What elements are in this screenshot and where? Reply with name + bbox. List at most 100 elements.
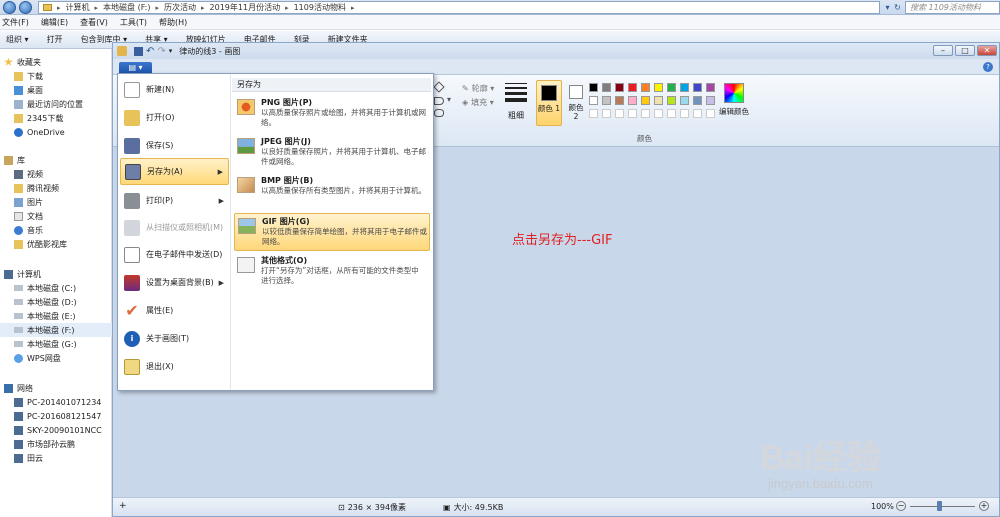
nav-item-drive-c[interactable]: 本地磁盘 (C:) bbox=[0, 281, 112, 295]
color-swatch[interactable] bbox=[615, 83, 624, 92]
forward-arrow-icon[interactable] bbox=[19, 1, 32, 14]
arrow-shape-icon[interactable] bbox=[434, 97, 444, 105]
search-input[interactable]: 搜索 1109活动物料 bbox=[905, 1, 1000, 14]
edit-colors-label[interactable]: 编辑颜色 bbox=[719, 106, 749, 117]
nav-item-desktop[interactable]: 桌面 bbox=[0, 83, 112, 97]
color-swatch[interactable] bbox=[589, 96, 598, 105]
zoom-in-icon[interactable]: + bbox=[979, 501, 989, 511]
color-swatch[interactable] bbox=[667, 83, 676, 92]
menu-save-as[interactable]: 另存为(A) ▶ bbox=[120, 158, 229, 185]
refresh-icon[interactable]: ↻ bbox=[892, 2, 903, 13]
libraries-header[interactable]: 库 bbox=[0, 153, 112, 167]
nav-item-drive-g[interactable]: 本地磁盘 (G:) bbox=[0, 337, 112, 351]
color-swatch[interactable] bbox=[706, 83, 715, 92]
nav-item-tencent-video[interactable]: 腾讯视频 bbox=[0, 181, 112, 195]
menu-about[interactable]: i 关于画图(T) bbox=[120, 325, 229, 352]
organize-button[interactable]: 组织 ▾ bbox=[6, 34, 29, 45]
nav-item-network-pc[interactable]: SKY-20090101NCC bbox=[0, 423, 112, 437]
color-swatch[interactable] bbox=[628, 83, 637, 92]
close-icon[interactable]: ✕ bbox=[977, 45, 997, 56]
color-swatch[interactable] bbox=[654, 83, 663, 92]
zoom-slider[interactable] bbox=[910, 506, 975, 507]
color-swatch[interactable] bbox=[589, 83, 598, 92]
menu-tools[interactable]: 工具(T) bbox=[120, 17, 147, 28]
quick-access-dropdown-icon[interactable]: ▾ bbox=[169, 47, 173, 55]
menu-new[interactable]: 新建(N) bbox=[120, 76, 229, 103]
menu-from-scanner[interactable]: 从扫描仪或照相机(M) bbox=[120, 214, 229, 241]
address-segment[interactable]: 1109活动物料 bbox=[294, 2, 346, 13]
empty-color-swatch[interactable] bbox=[589, 109, 598, 118]
color-swatch[interactable] bbox=[628, 96, 637, 105]
empty-color-swatch[interactable] bbox=[706, 109, 715, 118]
zoom-out-icon[interactable]: − bbox=[896, 501, 906, 511]
address-box[interactable]: ▸ 计算机 ▸ 本地磁盘 (F:) ▸ 历次活动 ▸ 2019年11月份活动 ▸… bbox=[38, 1, 880, 14]
nav-item-network-pc[interactable]: 田云 bbox=[0, 451, 112, 465]
nav-item-onedrive[interactable]: OneDrive bbox=[0, 125, 112, 139]
empty-color-swatch[interactable] bbox=[667, 109, 676, 118]
menu-file[interactable]: 文件(F) bbox=[2, 17, 29, 28]
menu-print[interactable]: 打印(P) ▶ bbox=[120, 187, 229, 214]
color-swatch[interactable] bbox=[693, 83, 702, 92]
help-icon[interactable]: ? bbox=[983, 62, 993, 72]
menu-properties[interactable]: ✔ 属性(E) bbox=[120, 297, 229, 324]
save-quick-icon[interactable] bbox=[134, 46, 143, 56]
menu-view[interactable]: 查看(V) bbox=[80, 17, 108, 28]
edit-colors-icon[interactable] bbox=[724, 83, 744, 103]
empty-color-swatch[interactable] bbox=[641, 109, 650, 118]
nav-item-network-pc[interactable]: PC-201401071234 bbox=[0, 395, 112, 409]
nav-item-2345[interactable]: 2345下载 bbox=[0, 111, 112, 125]
save-as-bmp[interactable]: BMP 图片(B) 以高质量保存所有类型图片，并将其用于计算机。 bbox=[234, 173, 430, 211]
nav-item-downloads[interactable]: 下载 bbox=[0, 69, 112, 83]
color-swatch[interactable] bbox=[602, 83, 611, 92]
color-swatch[interactable] bbox=[602, 96, 611, 105]
nav-item-network-pc[interactable]: PC-201608121547 bbox=[0, 409, 112, 423]
nav-item-wps-drive[interactable]: WPS网盘 bbox=[0, 351, 112, 365]
address-segment[interactable]: 历次活动 bbox=[164, 2, 196, 13]
shape-gallery-scroll-icon[interactable]: ▾ bbox=[447, 95, 451, 104]
minimize-icon[interactable]: – bbox=[933, 45, 953, 56]
color-swatch[interactable] bbox=[706, 96, 715, 105]
address-segment[interactable]: 计算机 bbox=[66, 2, 90, 13]
nav-item-drive-e[interactable]: 本地磁盘 (E:) bbox=[0, 309, 112, 323]
save-as-other-formats[interactable]: 其他格式(O) 打开“另存为”对话框，从所有可能的文件类型中进行选择。 bbox=[234, 253, 430, 291]
empty-color-swatch[interactable] bbox=[615, 109, 624, 118]
undo-icon[interactable]: ↶ bbox=[146, 46, 154, 57]
empty-color-swatch[interactable] bbox=[602, 109, 611, 118]
menu-send-email[interactable]: 在电子邮件中发送(D) bbox=[120, 241, 229, 268]
computer-header[interactable]: 计算机 bbox=[0, 267, 112, 281]
nav-item-youku[interactable]: 优酷影视库 bbox=[0, 237, 112, 251]
color-swatch[interactable] bbox=[693, 96, 702, 105]
menu-save[interactable]: 保存(S) bbox=[120, 132, 229, 159]
nav-item-documents[interactable]: 文档 bbox=[0, 209, 112, 223]
color-swatch[interactable] bbox=[667, 96, 676, 105]
back-arrow-icon[interactable] bbox=[3, 1, 16, 14]
nav-item-drive-f[interactable]: 本地磁盘 (F:) bbox=[0, 323, 112, 337]
fill-button[interactable]: ◈ 填充 ▾ bbox=[462, 97, 494, 108]
outline-button[interactable]: ✎ 轮廓 ▾ bbox=[462, 83, 494, 94]
favorites-header[interactable]: 收藏夹 bbox=[0, 55, 112, 69]
zoom-slider-thumb[interactable] bbox=[937, 501, 942, 511]
color1-button[interactable]: 颜色 1 bbox=[536, 80, 562, 126]
open-button[interactable]: 打开 bbox=[47, 34, 63, 45]
nav-item-videos[interactable]: 视频 bbox=[0, 167, 112, 181]
address-segment[interactable]: 2019年11月份活动 bbox=[210, 2, 281, 13]
color2-button[interactable]: 颜色 2 bbox=[565, 80, 587, 126]
color-swatch[interactable] bbox=[641, 83, 650, 92]
menu-edit[interactable]: 编辑(E) bbox=[41, 17, 68, 28]
address-segment[interactable]: 本地磁盘 (F:) bbox=[103, 2, 150, 13]
nav-item-network-pc[interactable]: 市场部孙云鹏 bbox=[0, 437, 112, 451]
save-as-png[interactable]: PNG 图片(P) 以高质量保存照片或绘图，并将其用于计算机或网络。 bbox=[234, 95, 430, 133]
nav-item-drive-d[interactable]: 本地磁盘 (D:) bbox=[0, 295, 112, 309]
callout-shape-icon[interactable] bbox=[434, 109, 444, 117]
empty-color-swatch[interactable] bbox=[654, 109, 663, 118]
nav-item-recent[interactable]: 最近访问的位置 bbox=[0, 97, 112, 111]
size-button[interactable] bbox=[505, 83, 527, 102]
menu-open[interactable]: 打开(O) bbox=[120, 104, 229, 131]
diamond-shape-icon[interactable] bbox=[433, 81, 445, 93]
empty-color-swatch[interactable] bbox=[680, 109, 689, 118]
empty-color-swatch[interactable] bbox=[628, 109, 637, 118]
save-as-jpeg[interactable]: JPEG 图片(J) 以良好质量保存照片，并将其用于计算机、电子邮件或网络。 bbox=[234, 134, 430, 172]
empty-color-swatch[interactable] bbox=[693, 109, 702, 118]
color-swatch[interactable] bbox=[641, 96, 650, 105]
redo-icon[interactable]: ↷ bbox=[157, 46, 165, 57]
